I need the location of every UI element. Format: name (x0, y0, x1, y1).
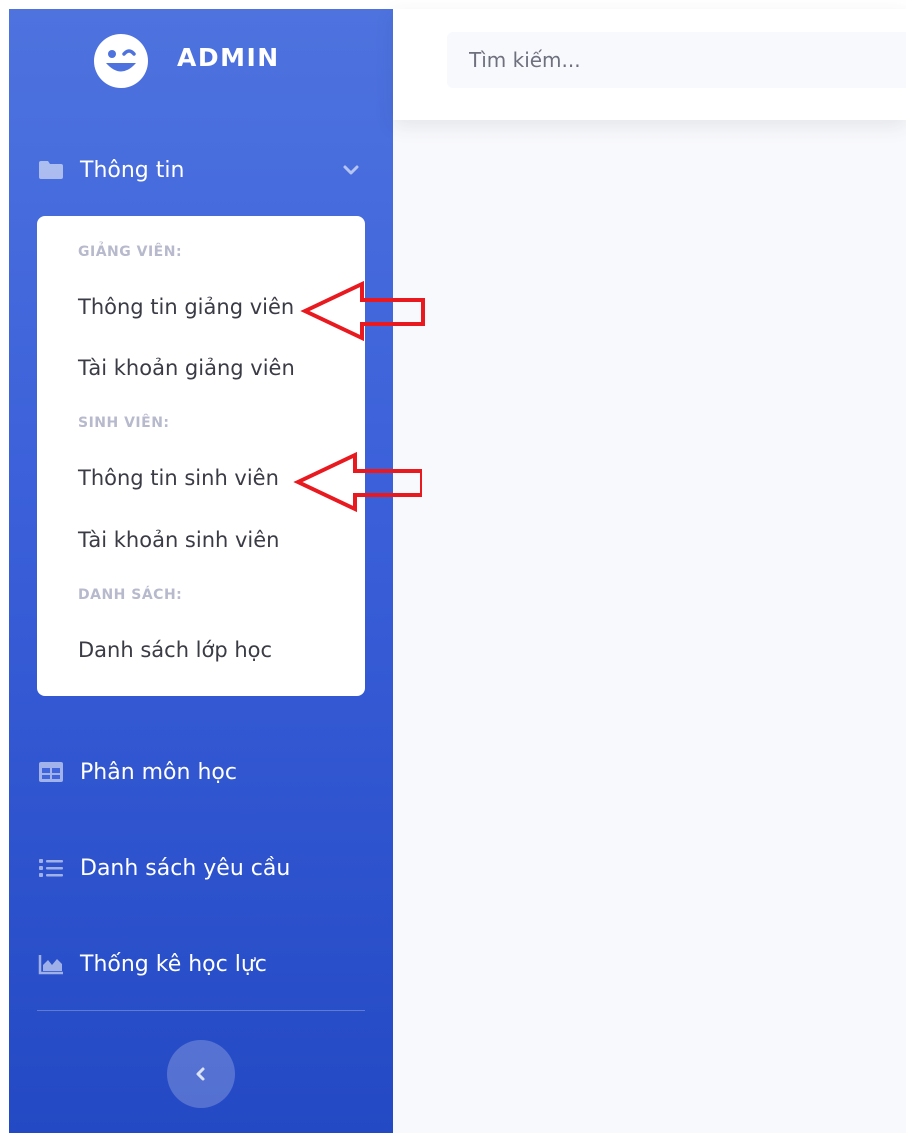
sidebar-item-label: Thông tin (80, 157, 185, 183)
submenu-header-student: SINH VIÊN: (78, 415, 170, 431)
sidebar-item-label: Thống kê học lực (80, 951, 267, 977)
annotation-arrow (300, 280, 425, 342)
sidebar-toggle-button[interactable] (167, 1040, 235, 1108)
topbar (393, 9, 906, 120)
submenu-item-student-info[interactable]: Thông tin sinh viên (78, 466, 279, 490)
submenu-header-lecturer: GIẢNG VIÊN: (78, 244, 183, 260)
submenu-item-lecturer-account[interactable]: Tài khoản giảng viên (78, 356, 295, 380)
sidebar-item-label: Danh sách yêu cầu (80, 855, 291, 881)
area-chart-icon (38, 953, 64, 975)
annotation-arrow (293, 451, 422, 513)
sidebar-divider (37, 1010, 365, 1011)
app-window: ADMIN Thông tin GIẢNG VIÊN: Thông tin gi… (0, 0, 906, 1133)
sidebar-item-info[interactable]: Thông tin (9, 145, 393, 195)
submenu-item-class-list[interactable]: Danh sách lớp học (78, 638, 272, 662)
sidebar-item-label: Phân môn học (80, 759, 237, 785)
sidebar-item-subjects[interactable]: Phân môn học (9, 747, 393, 797)
brand-name: ADMIN (177, 43, 280, 72)
sidebar-item-statistics[interactable]: Thống kê học lực (9, 939, 393, 989)
submenu-header-lists: DANH SÁCH: (78, 587, 183, 603)
sidebar: ADMIN Thông tin GIẢNG VIÊN: Thông tin gi… (9, 9, 393, 1133)
submenu-item-student-account[interactable]: Tài khoản sinh viên (78, 528, 280, 552)
sidebar-item-requests[interactable]: Danh sách yêu cầu (9, 843, 393, 893)
submenu-item-lecturer-info[interactable]: Thông tin giảng viên (78, 295, 294, 319)
sidebar-brand[interactable]: ADMIN (9, 9, 393, 109)
main-content (393, 9, 906, 1133)
list-icon (38, 857, 64, 879)
chevron-left-icon (196, 1067, 205, 1081)
search-input[interactable] (447, 32, 906, 88)
laugh-wink-icon (94, 34, 148, 88)
chevron-down-icon (343, 165, 359, 175)
folder-icon (38, 159, 64, 181)
table-icon (38, 761, 64, 783)
